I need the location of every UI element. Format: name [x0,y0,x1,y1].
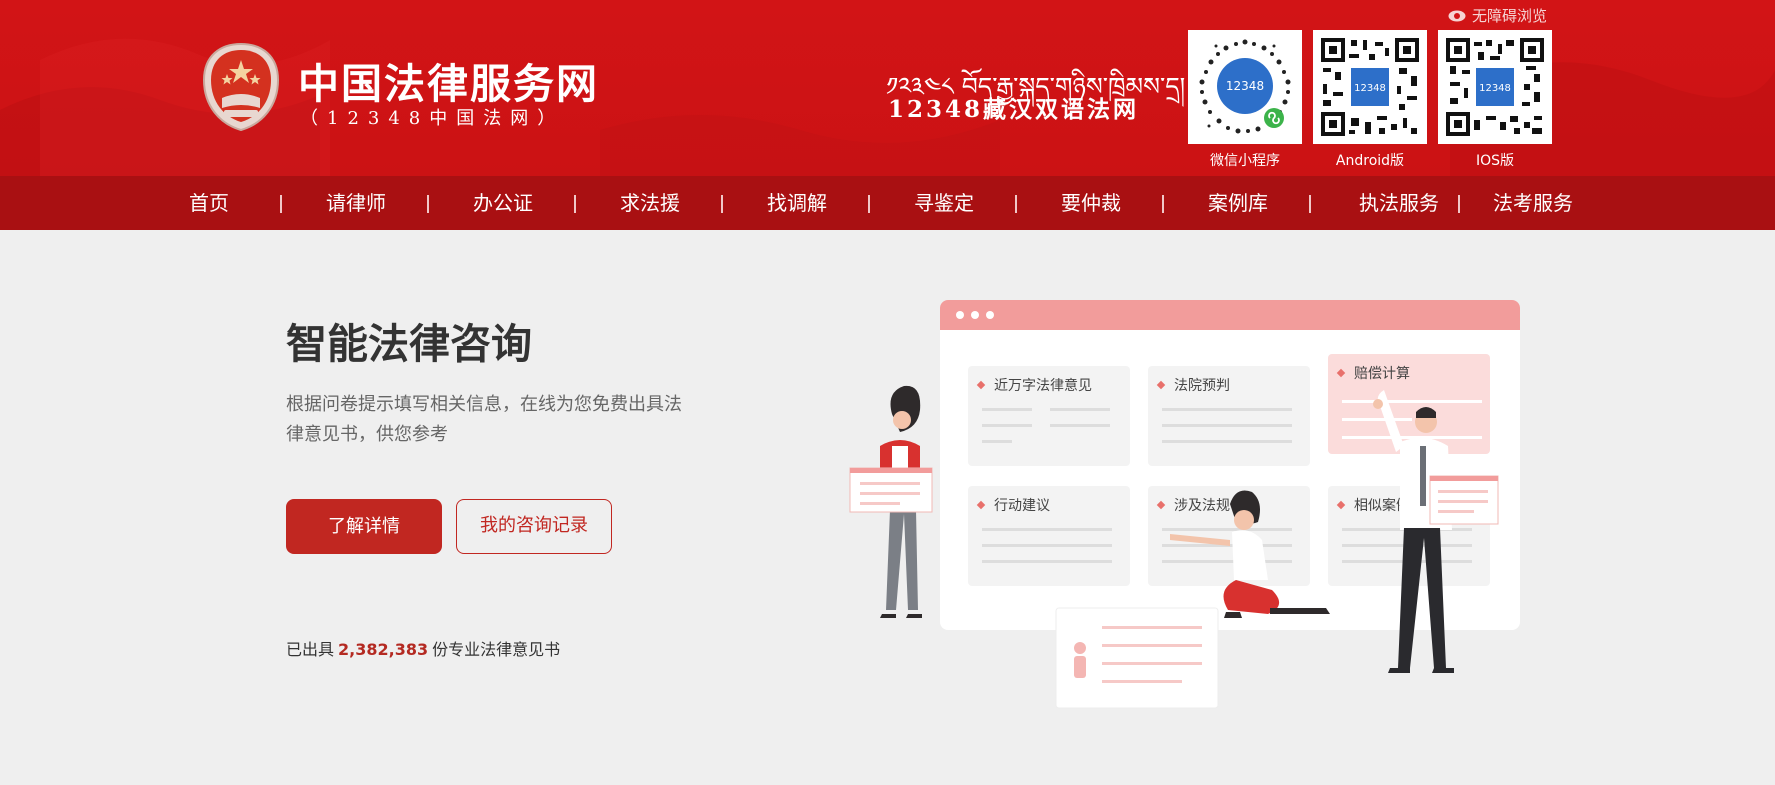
nav-item-arbitration[interactable]: 要仲裁 [1061,176,1121,230]
svg-text:12348: 12348 [1226,79,1264,93]
nav-divider [280,195,282,213]
qr-android-app[interactable]: 12348 Android版 [1313,30,1427,170]
nav-divider [868,195,870,213]
nav-divider [721,195,723,213]
nav-item-mediation[interactable]: 找调解 [767,176,827,230]
ios-qr-code-icon: 12348 [1444,36,1546,138]
stats-count: 2,382,383 [338,640,429,659]
legal-consultation-illustration: 近万字法律意见 法院预判 赔偿计算 行动建议 涉及法规 相似案例 [849,300,1520,709]
nav-item-law-enforcement[interactable]: 执法服务 [1359,176,1439,230]
qr-label-android: Android版 [1335,153,1405,169]
stats-suffix: 份专业法律意见书 [432,640,561,659]
stats-prefix: 已出具 [286,640,335,659]
eye-icon [1448,10,1466,21]
qr-ios-app[interactable]: 12348 IOS版 [1438,30,1552,170]
nav-divider [427,195,429,213]
consultation-history-button[interactable]: 我的咨询记录 [456,499,612,554]
nav-divider [1015,195,1017,213]
main-navigation: 首页 请律师 办公证 求法援 找调解 寻鉴定 要仲裁 案例库 执法服务 法考服务 [0,176,1775,230]
nav-divider [1309,195,1311,213]
qr-wechat-miniprogram[interactable]: 12348 微信小程序 [1188,30,1302,170]
android-qr-code-icon: 12348 [1319,36,1421,138]
accessibility-link[interactable]: 无障碍浏览 [1448,5,1547,26]
nav-item-appraisal[interactable]: 寻鉴定 [914,176,974,230]
site-subtitle: （12348中国法网） [300,108,565,129]
accessibility-label: 无障碍浏览 [1472,7,1548,25]
woman-holding-card-figure [849,385,933,618]
nav-divider [1162,195,1164,213]
page-description: 根据问卷提示填写相关信息，在线为您免费出具法律意见书，供您参考 [286,394,682,445]
card-title-court-prediction: 法院预判 [1174,378,1230,394]
card-title-compensation: 赔偿计算 [1354,366,1410,382]
nav-item-law-exam[interactable]: 法考服务 [1493,176,1573,230]
nav-item-lawyer[interactable]: 请律师 [326,176,386,230]
nav-item-home[interactable]: 首页 [189,176,229,230]
nav-divider [574,195,576,213]
card-title-regulations: 涉及法规 [1174,498,1230,514]
learn-more-button[interactable]: 了解详情 [286,499,442,554]
nav-item-case-library[interactable]: 案例库 [1208,176,1268,230]
site-header: 无障碍浏览 中国法律服务网 （12348中国法网） ༡༢༣༤༨ བོད་རྒྱ་… [0,0,1775,176]
qr-label-ios: IOS版 [1475,153,1515,169]
bilingual-site-name[interactable]: 12348藏汉双语法网 [888,90,1139,124]
site-title[interactable]: 中国法律服务网 [298,50,599,110]
card-title-opinion: 近万字法律意见 [994,377,1092,394]
svg-text:12348: 12348 [1354,83,1386,94]
svg-text:12348: 12348 [1479,83,1511,94]
card-title-action-advice: 行动建议 [994,498,1050,514]
nav-divider [1458,195,1460,213]
wechat-miniprogram-qr-icon: 12348 [1197,39,1293,135]
qr-label-wechat: 微信小程序 [1210,153,1280,169]
nav-item-notary[interactable]: 办公证 [473,176,533,230]
nav-item-legal-aid[interactable]: 求法援 [620,176,680,230]
opinions-issued-stat: 已出具 2,382,383 份专业法律意见书 [286,636,560,660]
national-emblem-logo[interactable] [200,42,282,132]
page-title: 智能法律咨询 [286,320,532,368]
